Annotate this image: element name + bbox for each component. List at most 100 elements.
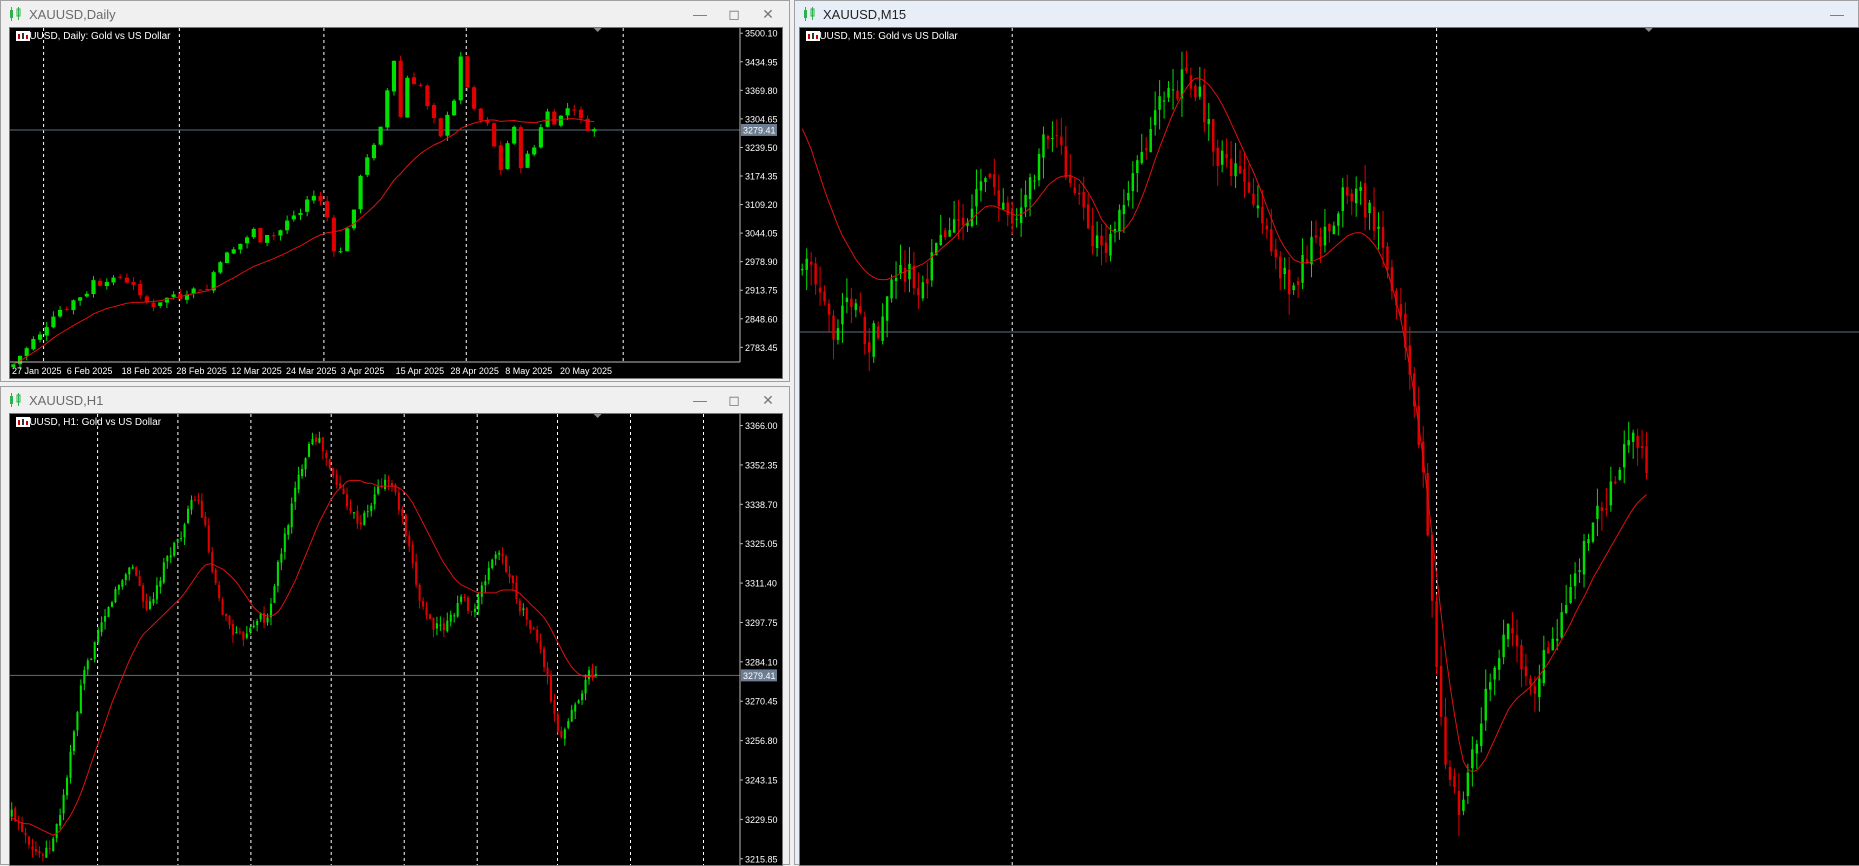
price-tick-label: 2783.45 (745, 343, 778, 353)
candle (591, 663, 594, 681)
candle (307, 441, 311, 458)
candle (917, 272, 920, 310)
candle (235, 626, 238, 634)
candle (538, 124, 543, 149)
candle (565, 102, 570, 121)
candle (398, 55, 403, 118)
close-button[interactable]: ✕ (751, 387, 785, 413)
candle (271, 232, 276, 241)
candle (1064, 126, 1068, 181)
candle (397, 487, 400, 515)
candle (458, 52, 463, 105)
chart-canvas: 3500.10 3434.95 3369.80 3304.65 3239.50 3174.… (10, 28, 778, 376)
m15-chart-window[interactable]: XAUUSD,M15 — XAUUSD, M15: Gold vs US Dol… (794, 0, 1859, 866)
candle (943, 227, 947, 241)
maximize-button[interactable]: ◻ (717, 1, 751, 27)
candle (1573, 562, 1577, 600)
candle (850, 287, 853, 324)
candle (231, 619, 234, 644)
candle (1019, 188, 1023, 237)
candle (1158, 80, 1161, 130)
candle (805, 248, 808, 291)
minimize-button[interactable]: — (683, 387, 717, 413)
candle (384, 474, 387, 491)
candle (1153, 91, 1157, 136)
candle (529, 619, 532, 634)
candle (558, 115, 563, 128)
candle (207, 517, 210, 554)
candle (180, 531, 183, 542)
daily-chart-area[interactable]: 3500.10 3434.95 3369.80 3304.65 3239.50 3174.… (9, 27, 783, 379)
candle (305, 195, 310, 217)
candle (380, 478, 383, 489)
candle (314, 434, 317, 445)
h1-titlebar[interactable]: XAUUSD,H1 (1, 387, 789, 413)
candle (1144, 137, 1148, 160)
candle (391, 60, 397, 96)
candle (1547, 640, 1550, 654)
candle (584, 674, 587, 701)
candle (64, 306, 69, 311)
candle (252, 620, 255, 629)
candle (394, 483, 397, 496)
candle (304, 457, 307, 477)
candle (152, 592, 155, 606)
candle (83, 666, 86, 691)
candle (484, 574, 487, 593)
h1-chart-area[interactable]: 3366.00 3352.35 3338.70 3325.05 3311.40 3297.… (9, 413, 783, 866)
candle (801, 263, 804, 276)
candle (498, 550, 501, 561)
m15-chart-area[interactable]: XAUUSD, M15: Gold vs US Dollar (799, 27, 1859, 866)
daily-chart-window[interactable]: XAUUSD,Daily — ◻ ✕ 3500.10 3434.95 3369.80… (0, 0, 790, 382)
candle (1631, 429, 1635, 459)
candle (366, 504, 369, 518)
shift-marker (593, 28, 602, 32)
candle (574, 702, 577, 719)
candle (27, 835, 31, 849)
window-title: XAUUSD,Daily (29, 6, 116, 22)
candle (228, 615, 231, 630)
candle (1493, 665, 1496, 696)
candle (169, 547, 172, 564)
candle (118, 274, 123, 280)
candle (1627, 421, 1630, 453)
candle (121, 579, 124, 590)
candle (221, 597, 224, 616)
candle (238, 627, 241, 635)
candle (485, 116, 490, 126)
minimize-button[interactable]: — (1820, 1, 1854, 27)
close-button[interactable]: ✕ (751, 1, 785, 27)
candle (1207, 103, 1210, 141)
candle (65, 775, 69, 800)
daily-titlebar[interactable]: XAUUSD,Daily (1, 1, 789, 27)
candle (405, 75, 410, 118)
candle (997, 174, 1001, 222)
candle (110, 600, 114, 608)
price-tick-label: 3297.75 (745, 618, 778, 628)
candle (1091, 207, 1094, 255)
candle (278, 229, 283, 241)
candle (587, 666, 591, 685)
candle (841, 292, 844, 343)
price-tick-label: 2913.75 (745, 286, 778, 296)
h1-chart-window[interactable]: XAUUSD,H1 — ◻ ✕ 3366.00 3352.35 3338.70 332… (0, 386, 790, 866)
price-tick-label: 3284.10 (745, 657, 778, 667)
candle (1225, 138, 1228, 168)
candle (494, 551, 497, 566)
candle (1149, 116, 1152, 153)
minimize-button[interactable]: — (683, 1, 717, 27)
candle (505, 140, 510, 170)
candle (966, 218, 969, 233)
date-tick-label: 27 Jan 2025 (12, 366, 62, 376)
date-tick-label: 8 May 2025 (505, 366, 552, 376)
candle (218, 580, 221, 602)
candle (158, 302, 163, 308)
candle (988, 172, 992, 180)
moving-average-line (11, 479, 596, 836)
maximize-button[interactable]: ◻ (717, 387, 751, 413)
candle (138, 570, 141, 587)
candle (124, 572, 127, 586)
date-tick-label: 28 Feb 2025 (176, 366, 227, 376)
m15-titlebar[interactable]: XAUUSD,M15 (795, 1, 1858, 27)
candle (1247, 164, 1251, 194)
